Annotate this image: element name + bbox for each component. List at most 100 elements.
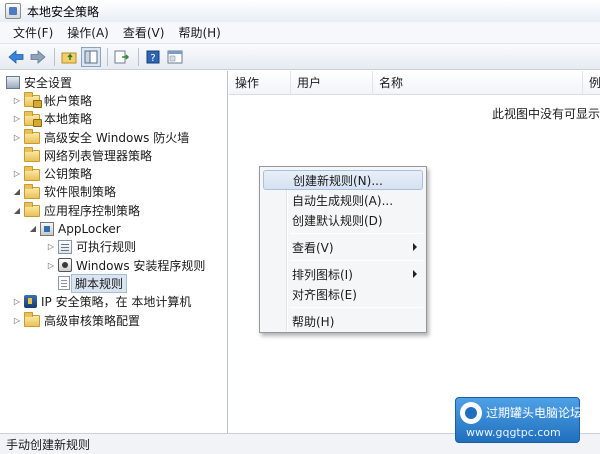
menu-view[interactable]: 查看(V) xyxy=(116,22,172,43)
applocker-icon xyxy=(40,221,54,236)
export-list-icon[interactable] xyxy=(112,47,132,67)
collapsed-arrow-icon[interactable]: ▷ xyxy=(12,132,22,142)
menu-item-label: 自动生成规则(A)... xyxy=(292,193,394,208)
lock-folder-icon xyxy=(24,110,42,127)
folder-icon xyxy=(24,202,40,218)
collapsed-arrow-icon[interactable]: ▷ xyxy=(12,297,22,307)
tree-node-executable-rules[interactable]: ▷ 可执行规则 xyxy=(0,238,227,256)
tree-node-label-selected: 脚本规则 xyxy=(71,273,128,293)
back-arrow-icon[interactable] xyxy=(6,47,26,67)
tree-node-account-policies[interactable]: ▷ 帐户策略 xyxy=(0,91,227,109)
toolbar-separator xyxy=(54,47,55,66)
menu-separator xyxy=(290,307,423,308)
menu-bar: 文件(F) 操作(A) 查看(V) 帮助(H) xyxy=(0,22,600,44)
properties-icon[interactable] xyxy=(165,47,185,67)
tree-node-software-restriction[interactable]: ◢ 软件限制策略 xyxy=(0,183,227,201)
tree-node-label: 软件限制策略 xyxy=(44,185,117,200)
script-icon xyxy=(58,276,70,291)
menu-item-label: 帮助(H) xyxy=(292,314,335,329)
tree-node-app-control[interactable]: ◢ 应用程序控制策略 xyxy=(0,201,227,219)
expanded-arrow-icon[interactable]: ◢ xyxy=(28,224,38,234)
submenu-arrow-icon xyxy=(413,243,417,251)
tree-root-security-settings[interactable]: 安全设置 xyxy=(0,73,227,91)
tree-node-label: 帐户策略 xyxy=(44,93,93,108)
tree-node-script-rules[interactable]: 脚本规则 xyxy=(0,273,227,293)
menu-item-label: 创建新规则(N)... xyxy=(293,173,383,188)
menu-arrange-icons[interactable]: 排列图标(I) xyxy=(263,264,423,284)
tree-node-label: 公钥策略 xyxy=(44,167,93,182)
menu-help[interactable]: 帮助(H) xyxy=(263,311,423,331)
ipsec-policy-icon xyxy=(24,295,37,309)
collapsed-arrow-icon[interactable]: ▷ xyxy=(46,242,56,252)
collapsed-arrow-icon[interactable]: ▷ xyxy=(12,169,22,179)
tree-node-network-list[interactable]: 网络列表管理器策略 xyxy=(0,146,227,164)
collapsed-arrow-icon[interactable]: ▷ xyxy=(12,114,22,124)
menu-item-label: 排列图标(I) xyxy=(292,267,353,282)
column-header-row: 操作 用户 名称 例 xyxy=(229,70,600,95)
lock-folder-icon xyxy=(24,92,42,109)
empty-view-message: 此视图中没有可显示 xyxy=(491,107,600,121)
folder-icon xyxy=(24,147,40,163)
tree-node-label: IP 安全策略，在 本地计算机 xyxy=(41,295,192,310)
tree-node-label: Windows 安装程序规则 xyxy=(76,258,206,273)
show-hide-tree-icon[interactable] xyxy=(81,46,101,67)
folder-icon xyxy=(24,183,40,199)
menu-auto-generate-rules[interactable]: 自动生成规则(A)... xyxy=(263,190,423,210)
tree-node-installer-rules[interactable]: ▷ Windows 安装程序规则 xyxy=(0,256,227,274)
watermark-badge: 过期罐头电脑论坛 www.gqgtpc.com xyxy=(455,397,583,443)
context-menu: 创建新规则(N)... 自动生成规则(A)... 创建默认规则(D) 查看(V)… xyxy=(259,166,427,333)
column-name[interactable]: 名称 xyxy=(373,70,583,95)
menu-item-label: 创建默认规则(D) xyxy=(292,213,383,228)
svg-text:?: ? xyxy=(150,53,155,64)
toolbar-separator xyxy=(138,47,139,66)
folder-icon xyxy=(24,312,40,327)
menu-view[interactable]: 查看(V) xyxy=(263,237,423,257)
tree-node-label: 安全设置 xyxy=(24,75,73,90)
tree-node-label: 应用程序控制策略 xyxy=(44,203,141,218)
tree-node-label: 高级审核策略配置 xyxy=(44,313,141,328)
folder-icon xyxy=(24,129,40,145)
tree-node-label: 本地策略 xyxy=(44,112,93,127)
tree-node-label: 高级安全 Windows 防火墙 xyxy=(44,130,190,145)
rules-icon xyxy=(58,239,72,254)
expanded-arrow-icon[interactable]: ◢ xyxy=(12,187,22,197)
security-settings-icon xyxy=(6,75,20,89)
toolbar: ? xyxy=(0,44,600,70)
tree-node-label: 网络列表管理器策略 xyxy=(44,148,153,163)
menu-separator xyxy=(290,260,423,261)
tree-node-local-policies[interactable]: ▷ 本地策略 xyxy=(0,110,227,128)
submenu-arrow-icon xyxy=(413,270,417,278)
collapsed-arrow-icon[interactable]: ▷ xyxy=(12,95,22,105)
menu-file[interactable]: 文件(F) xyxy=(6,22,60,43)
console-tree: 安全设置 ▷ 帐户策略 ▷ 本地策略 ▷ 高级安全 Windows 防火墙 网络… xyxy=(0,71,228,433)
menu-help[interactable]: 帮助(H) xyxy=(171,22,227,43)
watermark-title: 过期罐头电脑论坛 xyxy=(486,406,583,420)
help-icon[interactable]: ? xyxy=(143,47,163,67)
menu-action[interactable]: 操作(A) xyxy=(60,22,116,43)
title-bar: 本地安全策略 xyxy=(0,0,600,22)
collapsed-arrow-icon[interactable]: ▷ xyxy=(46,260,56,270)
status-text: 手动创建新规则 xyxy=(6,437,91,452)
forum-logo-icon xyxy=(460,402,482,424)
window-title: 本地安全策略 xyxy=(27,4,100,19)
column-exception[interactable]: 例 xyxy=(583,71,600,95)
menu-line-up-icons[interactable]: 对齐图标(E) xyxy=(263,284,423,304)
tree-node-label: AppLocker xyxy=(58,221,121,236)
collapsed-arrow-icon[interactable]: ▷ xyxy=(12,315,22,325)
tree-node-audit-policy[interactable]: ▷ 高级审核策略配置 xyxy=(0,311,227,329)
tree-node-public-key[interactable]: ▷ 公钥策略 xyxy=(0,164,227,182)
menu-create-default-rules[interactable]: 创建默认规则(D) xyxy=(263,210,423,230)
up-folder-icon[interactable] xyxy=(59,47,79,67)
tree-node-firewall[interactable]: ▷ 高级安全 Windows 防火墙 xyxy=(0,128,227,146)
tree-node-label: 可执行规则 xyxy=(76,240,137,255)
menu-item-label: 对齐图标(E) xyxy=(292,287,357,302)
toolbar-separator xyxy=(107,47,108,66)
expanded-arrow-icon[interactable]: ◢ xyxy=(12,205,22,215)
menu-item-label: 查看(V) xyxy=(292,240,334,255)
tree-node-applocker[interactable]: ◢ AppLocker xyxy=(0,219,227,237)
column-action[interactable]: 操作 xyxy=(229,70,291,95)
forward-arrow-icon[interactable] xyxy=(28,47,48,67)
column-user[interactable]: 用户 xyxy=(291,70,373,95)
tree-node-ipsec[interactable]: ▷ IP 安全策略，在 本地计算机 xyxy=(0,293,227,311)
menu-create-new-rule[interactable]: 创建新规则(N)... xyxy=(263,170,423,190)
